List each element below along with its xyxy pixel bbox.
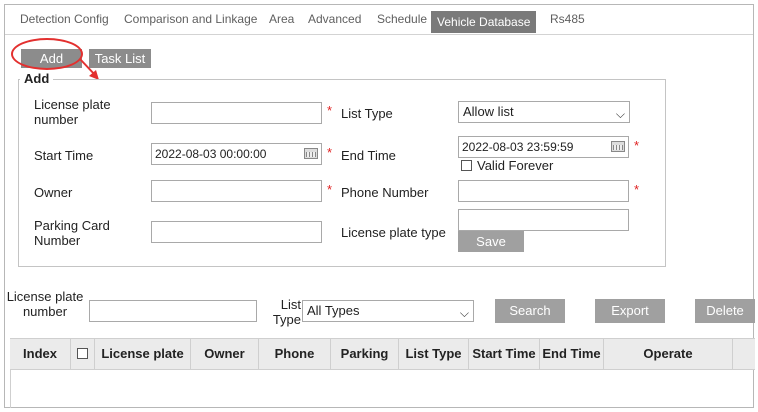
valid-forever-label: Valid Forever (477, 158, 554, 173)
add-form-legend: Add (20, 71, 54, 86)
start-time-value: 2022-08-03 00:00:00 (155, 147, 267, 161)
column-index: Index (10, 339, 71, 369)
chevron-down-icon: ⌵ (615, 107, 625, 121)
column-spacer (733, 339, 755, 369)
required-mark: * (327, 182, 333, 197)
select-all-checkbox[interactable] (77, 348, 88, 359)
list-type-value: Allow list (463, 104, 514, 119)
start-time-input[interactable]: 2022-08-03 00:00:00 (151, 143, 322, 165)
annotation-circle (11, 38, 83, 70)
delete-button[interactable]: Delete (695, 299, 755, 323)
calendar-icon[interactable] (611, 141, 625, 152)
column-select-all (71, 339, 95, 369)
column-start-time: Start Time (469, 339, 540, 369)
search-plate-input[interactable] (89, 300, 257, 322)
column-owner: Owner (191, 339, 259, 369)
tab-bar: Detection Config Comparison and Linkage … (5, 5, 753, 35)
phone-number-input[interactable] (458, 180, 629, 202)
end-time-input[interactable]: 2022-08-03 23:59:59 (458, 136, 629, 158)
tab-vehicle-database[interactable]: Vehicle Database (431, 11, 537, 33)
tab-rs485[interactable]: Rs485 (550, 12, 585, 26)
search-button[interactable]: Search (495, 299, 565, 323)
required-mark: * (327, 103, 333, 118)
phone-number-label: Phone Number (341, 185, 429, 200)
tab-area[interactable]: Area (269, 12, 294, 26)
required-mark: * (634, 182, 640, 197)
plate-number-label: License plate number (34, 97, 111, 127)
valid-forever-checkbox[interactable] (461, 160, 472, 171)
owner-label: Owner (34, 185, 73, 200)
plate-number-input[interactable] (151, 102, 322, 124)
end-time-value: 2022-08-03 23:59:59 (462, 140, 574, 154)
end-time-label: End Time (341, 148, 396, 163)
required-mark: * (634, 138, 640, 153)
column-list-type: List Type (399, 339, 469, 369)
parking-card-input[interactable] (151, 221, 322, 243)
parking-card-label: Parking Card Number (34, 218, 110, 248)
table-header: Index License plate Owner Phone Parking … (10, 338, 755, 370)
chevron-down-icon: ⌵ (459, 306, 469, 320)
tab-advanced[interactable]: Advanced (308, 12, 361, 26)
vehicle-database-panel: Detection Config Comparison and Linkage … (4, 4, 755, 408)
plate-type-input[interactable] (458, 209, 629, 231)
export-button[interactable]: Export (595, 299, 665, 323)
start-time-label: Start Time (34, 148, 94, 163)
calendar-icon[interactable] (304, 148, 318, 159)
column-parking: Parking (331, 339, 399, 369)
column-license-plate: License plate (95, 339, 191, 369)
plate-type-label: License plate type (341, 225, 446, 240)
tab-comparison-and-linkage[interactable]: Comparison and Linkage (124, 12, 257, 26)
search-list-type-label: List Type (272, 297, 301, 327)
table-body (10, 370, 755, 408)
column-operate: Operate (604, 339, 733, 369)
tab-schedule[interactable]: Schedule (377, 12, 427, 26)
search-list-type-select[interactable]: All Types ⌵ (302, 300, 474, 322)
tab-detection-config[interactable]: Detection Config (20, 12, 109, 26)
column-phone: Phone (259, 339, 331, 369)
list-type-label: List Type (341, 106, 393, 121)
search-plate-label: License plate number (6, 289, 84, 319)
owner-input[interactable] (151, 180, 322, 202)
column-end-time: End Time (540, 339, 604, 369)
save-button[interactable]: Save (458, 231, 524, 252)
list-type-select[interactable]: Allow list ⌵ (458, 101, 630, 123)
required-mark: * (327, 145, 333, 160)
search-list-type-value: All Types (307, 303, 360, 318)
